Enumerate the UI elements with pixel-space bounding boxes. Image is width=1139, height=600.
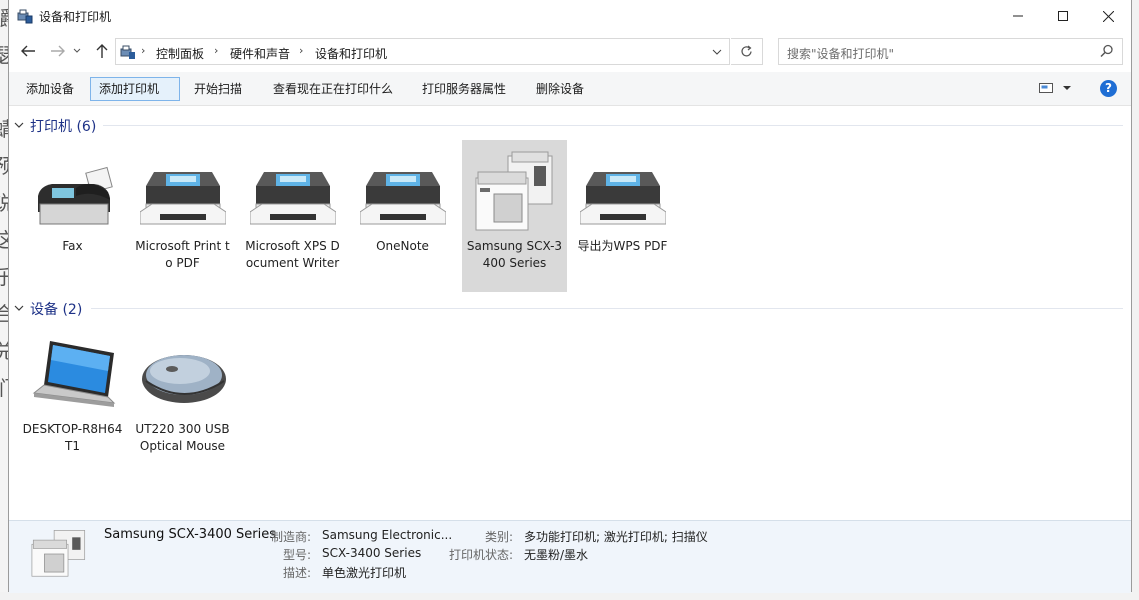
device-item-print-to-pdf[interactable]: Microsoft Print to PDF	[130, 140, 235, 292]
group-divider	[103, 125, 1123, 126]
details-status-value: 无墨粉/墨水	[524, 548, 589, 562]
search-box[interactable]: 搜索"设备和打印机"	[778, 38, 1123, 65]
device-item-desktop[interactable]: DESKTOP-R8H64T1	[20, 323, 125, 475]
fax-icon	[38, 166, 113, 225]
command-bar: 添加设备 添加打印机 开始扫描 查看现在正在打印什么 打印服务器属性 删除设备 …	[9, 72, 1131, 106]
recent-locations-button[interactable]	[69, 40, 85, 62]
details-category-value: 多功能打印机; 激光打印机; 扫描仪	[524, 530, 708, 544]
arrow-left-icon	[21, 45, 35, 57]
minimize-icon	[1013, 15, 1023, 17]
device-label: Microsoft Print to PDF	[135, 239, 230, 270]
devices-group-header[interactable]: 设备 (2)	[9, 299, 1131, 319]
details-description-value: 单色激光打印机	[322, 566, 407, 580]
device-label: Microsoft XPS Document Writer	[245, 239, 340, 270]
search-placeholder[interactable]: 搜索"设备和打印机"	[787, 45, 894, 62]
address-bar[interactable]: › 控制面板 › 硬件和声音 › 设备和打印机	[115, 38, 730, 65]
title-bar[interactable]: 设备和打印机	[9, 0, 1131, 32]
breadcrumb-separator-icon[interactable]: ›	[299, 44, 303, 57]
device-label: Samsung SCX-3400 Series	[466, 239, 563, 270]
refresh-button[interactable]	[731, 38, 763, 65]
breadcrumb-control-panel[interactable]: 控制面板	[156, 45, 204, 62]
device-label: 导出为WPS PDF	[577, 239, 668, 253]
details-pane: Samsung SCX-3400 Series 制造商: Samsung Ele…	[9, 520, 1131, 593]
start-scan-button[interactable]: 开始扫描	[186, 77, 250, 101]
mouse-icon	[142, 355, 226, 403]
breadcrumb-separator-icon[interactable]: ›	[214, 44, 218, 57]
view-options-icon	[1039, 83, 1071, 93]
device-label: UT220 300 USB Optical Mouse	[135, 422, 230, 453]
device-item-fax[interactable]: Fax	[20, 140, 125, 292]
chevron-down-icon[interactable]	[712, 47, 722, 59]
control-panel-icon	[120, 45, 135, 59]
close-icon	[1102, 10, 1114, 22]
close-button[interactable]	[1085, 0, 1131, 32]
help-button[interactable]: ?	[1100, 80, 1117, 97]
multifunction-printer-icon	[31, 530, 86, 577]
change-view-button[interactable]	[1039, 82, 1073, 97]
add-printer-button[interactable]: 添加打印机	[90, 77, 180, 101]
device-label: Fax	[62, 239, 83, 253]
breadcrumb-hardware-sound[interactable]: 硬件和声音	[230, 45, 290, 62]
printer-icon	[250, 172, 336, 225]
maximize-icon	[1058, 11, 1068, 21]
chevron-down-icon	[73, 48, 81, 53]
device-item-mouse[interactable]: UT220 300 USB Optical Mouse	[130, 323, 235, 475]
device-item-samsung-scx3400[interactable]: Samsung SCX-3400 Series	[462, 140, 567, 292]
device-label: OneNote	[376, 239, 429, 253]
remove-device-button[interactable]: 删除设备	[528, 77, 592, 101]
background-window-bottom	[0, 592, 1139, 600]
search-icon[interactable]	[1100, 44, 1114, 58]
device-label: DESKTOP-R8H64T1	[22, 422, 123, 453]
window-title: 设备和打印机	[39, 10, 112, 24]
laptop-icon	[32, 341, 116, 407]
see-whats-printing-button[interactable]: 查看现在正在打印什么	[265, 77, 401, 101]
maximize-button[interactable]	[1040, 0, 1086, 32]
multifunction-printer-icon	[475, 151, 553, 231]
group-divider	[91, 308, 1123, 309]
up-button[interactable]	[91, 40, 113, 62]
add-device-button[interactable]: 添加设备	[18, 77, 82, 101]
printers-group-title: 打印机 (6)	[30, 119, 97, 135]
breadcrumb-separator-icon[interactable]: ›	[141, 44, 145, 57]
details-description-label: 描述:	[282, 566, 311, 580]
back-button[interactable]	[17, 40, 39, 62]
devices-printers-window: 设备和打印机 › 控制面板 › 硬件和声音 › 设备和打印机 搜索"设备和打印机…	[8, 0, 1132, 593]
printers-group-header[interactable]: 打印机 (6)	[9, 116, 1131, 136]
details-manufacturer-label: 制造商:	[270, 530, 311, 544]
breadcrumb-devices-printers[interactable]: 设备和打印机	[315, 45, 387, 62]
details-device-name: Samsung SCX-3400 Series	[104, 527, 276, 542]
navigation-bar: › 控制面板 › 硬件和声音 › 设备和打印机 搜索"设备和打印机"	[9, 33, 1131, 69]
devices-group-title: 设备 (2)	[30, 302, 83, 318]
details-category-label: 类别:	[484, 530, 513, 544]
details-model-label: 型号:	[282, 548, 311, 562]
devices-printers-icon	[17, 9, 33, 24]
printer-icon	[140, 172, 226, 225]
printer-icon	[580, 172, 666, 225]
chevron-down-icon[interactable]	[14, 120, 24, 132]
minimize-button[interactable]	[995, 0, 1041, 32]
forward-button[interactable]	[47, 40, 69, 62]
arrow-right-icon	[51, 45, 65, 57]
refresh-icon	[741, 45, 752, 57]
device-item-wps-pdf[interactable]: 导出为WPS PDF	[570, 140, 675, 292]
printer-icon	[360, 172, 446, 225]
arrow-up-icon	[96, 44, 108, 58]
details-status-label: 打印机状态:	[448, 548, 513, 562]
details-model-value: SCX-3400 Series	[322, 546, 422, 560]
device-item-xps-writer[interactable]: Microsoft XPS Document Writer	[240, 140, 345, 292]
chevron-down-icon[interactable]	[14, 303, 24, 315]
device-item-onenote[interactable]: OneNote	[350, 140, 455, 292]
print-server-properties-button[interactable]: 打印服务器属性	[414, 77, 514, 101]
background-window-right	[1131, 0, 1139, 600]
